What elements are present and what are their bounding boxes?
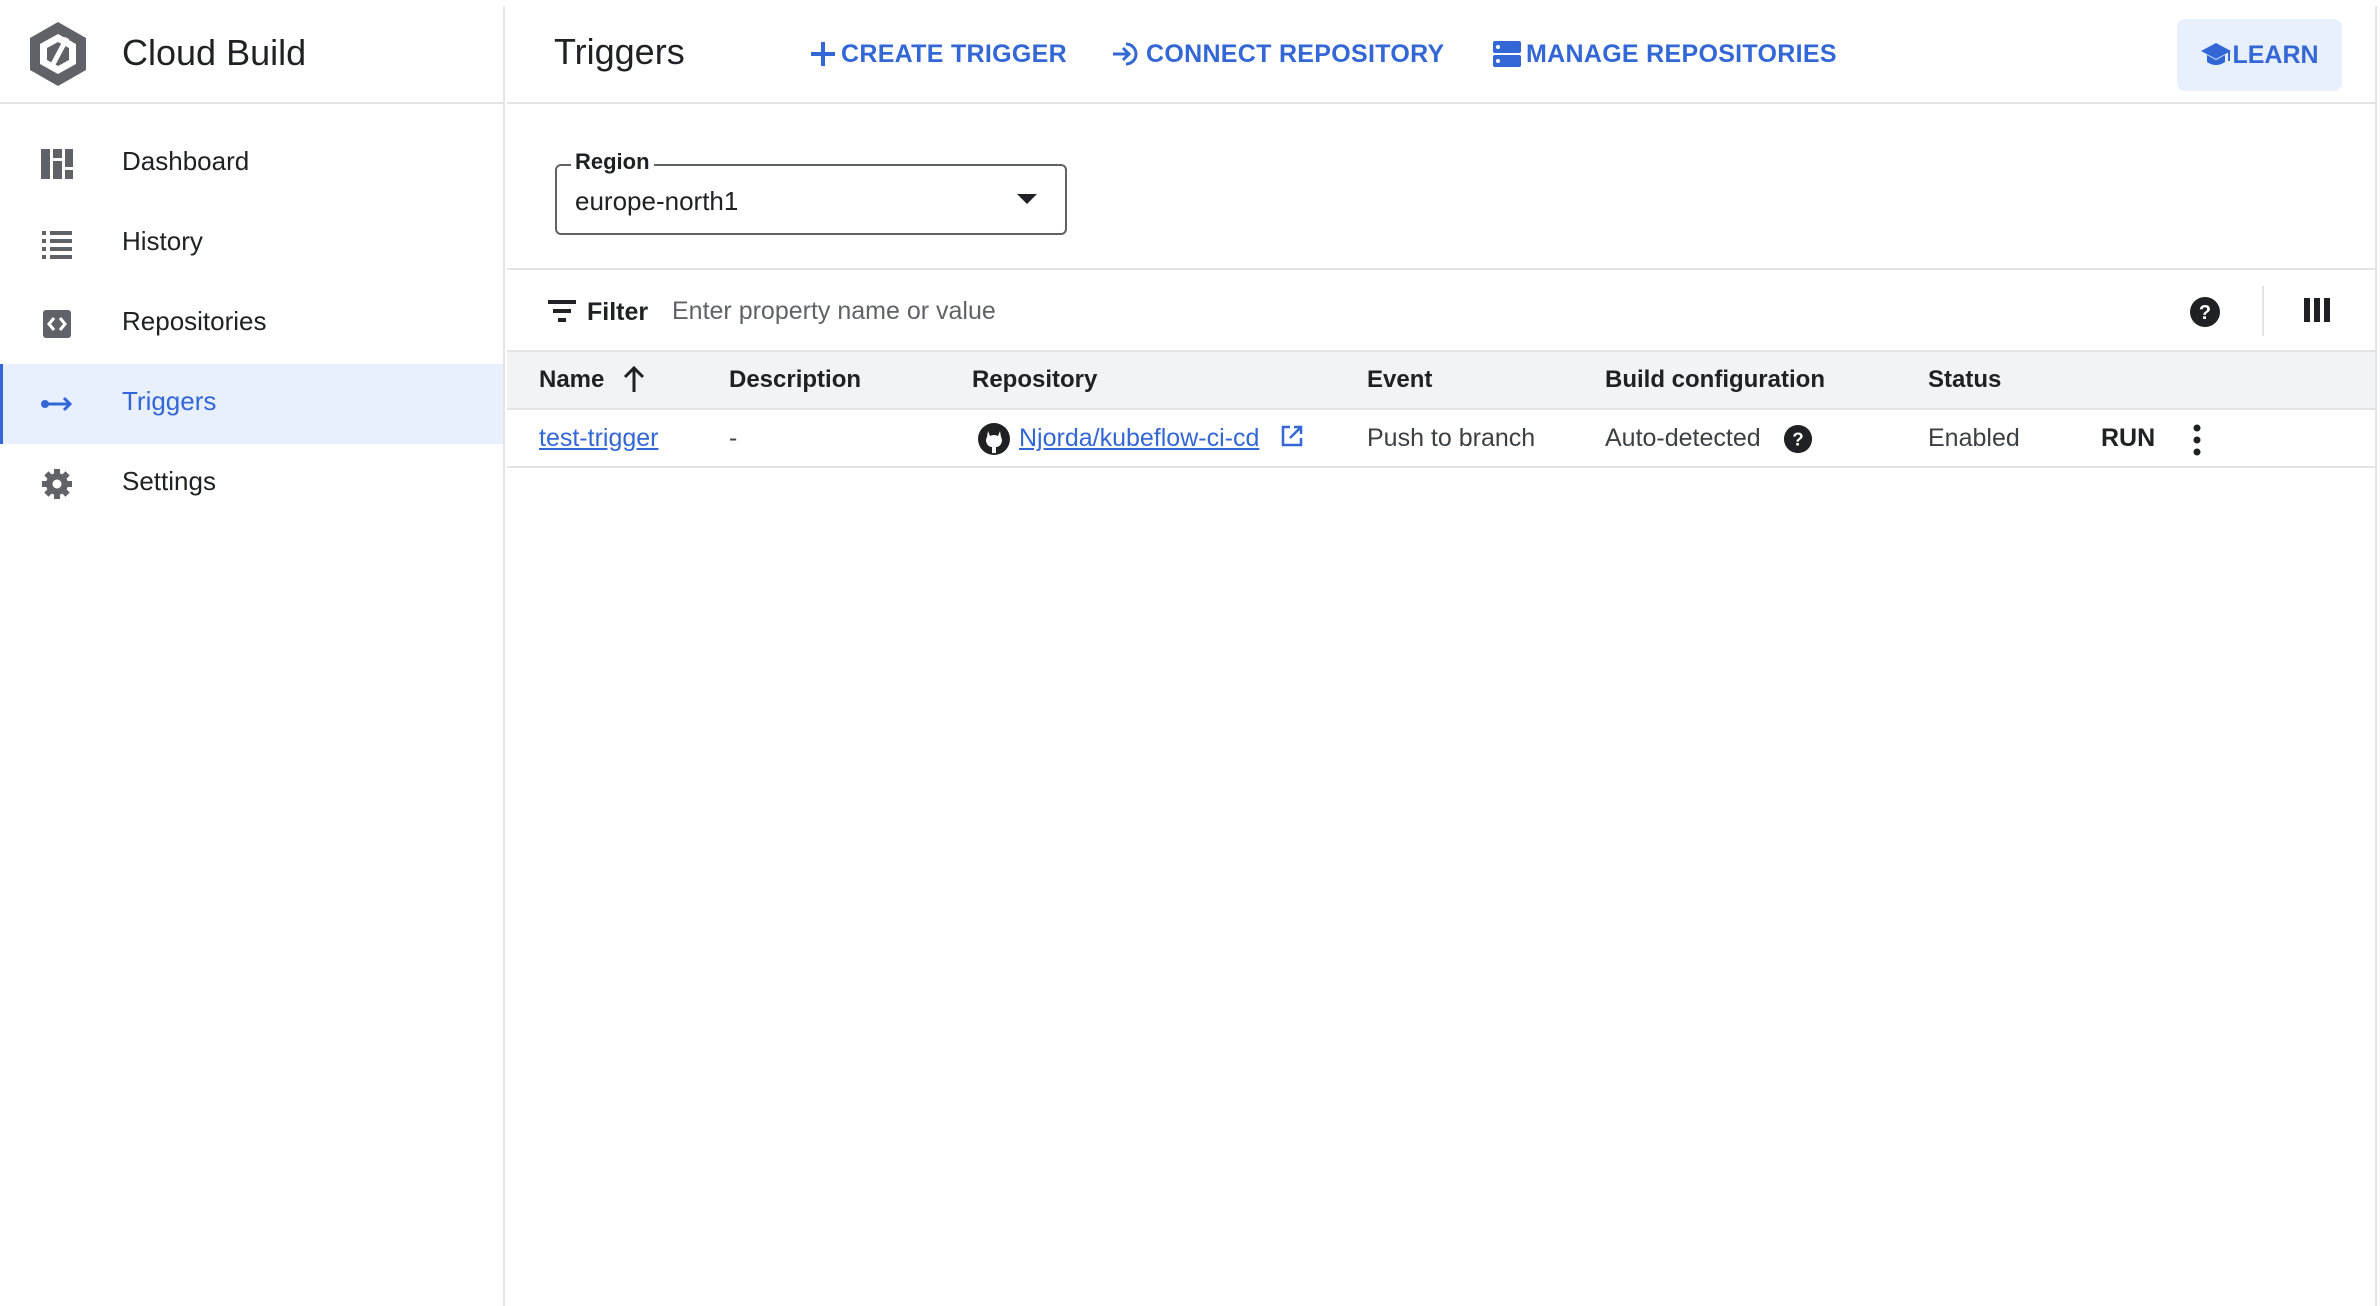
- create-trigger-label: CREATE TRIGGER: [841, 39, 1067, 68]
- trigger-event: Push to branch: [1367, 424, 1536, 452]
- sidebar-nav: Dashboard History Repositories Triggers …: [0, 124, 503, 524]
- sidebar-item-label: Triggers: [122, 386, 217, 416]
- table-row: test-trigger - Njorda/kubeflow-ci-cd Pus…: [507, 410, 2375, 468]
- trigger-description: -: [729, 424, 738, 452]
- school-icon: [2201, 43, 2232, 65]
- sidebar-item-triggers[interactable]: Triggers: [0, 364, 503, 444]
- dashboard-icon: [41, 149, 73, 179]
- help-icon[interactable]: ?: [1783, 424, 1813, 454]
- app-title: Cloud Build: [122, 32, 307, 73]
- sidebar-item-settings[interactable]: Settings: [0, 444, 503, 524]
- help-icon[interactable]: ?: [2189, 296, 2221, 328]
- page-header: Triggers CREATE TRIGGER CONNECT REPOSITO…: [507, 6, 2377, 104]
- sidebar-item-dashboard[interactable]: Dashboard: [0, 124, 503, 204]
- region-select[interactable]: Region europe-north1: [555, 149, 1067, 235]
- content-right-border: [2375, 6, 2377, 1306]
- page-title: Triggers: [554, 31, 685, 72]
- sort-ascending-icon[interactable]: [622, 364, 646, 394]
- storage-icon: [1493, 41, 1521, 67]
- code-repo-icon: [43, 310, 71, 338]
- cloud-build-logo-icon: [30, 22, 86, 86]
- repository-link[interactable]: Njorda/kubeflow-ci-cd: [1019, 424, 1259, 453]
- sidebar-item-history[interactable]: History: [0, 204, 503, 284]
- sidebar-item-repositories[interactable]: Repositories: [0, 284, 503, 364]
- connect-icon: [1113, 42, 1138, 66]
- column-header-description: Description: [729, 366, 862, 393]
- brand-header: Cloud Build: [0, 6, 505, 104]
- filter-icon: [548, 300, 576, 322]
- gear-icon: [42, 469, 72, 499]
- column-header-status: Status: [1928, 366, 2002, 393]
- filter-bar: Filter ?: [507, 268, 2375, 352]
- svg-text:?: ?: [1792, 429, 1803, 450]
- trigger-name-link[interactable]: test-trigger: [539, 424, 658, 453]
- toolbar-divider: [2262, 286, 2264, 336]
- column-header-event: Event: [1367, 366, 1433, 393]
- column-header-name[interactable]: Name: [539, 366, 604, 394]
- create-trigger-button[interactable]: CREATE TRIGGER: [809, 34, 1067, 74]
- more-vert-icon[interactable]: [2187, 422, 2207, 458]
- sidebar-item-label: Repositories: [122, 306, 267, 336]
- sidebar-item-label: Settings: [122, 466, 216, 496]
- dropdown-arrow-icon: [1017, 194, 1037, 204]
- region-value: europe-north1: [575, 186, 739, 216]
- status-badge: Enabled: [1928, 424, 2020, 452]
- filter-input[interactable]: [672, 290, 1872, 332]
- run-button[interactable]: RUN: [2101, 424, 2155, 453]
- open-in-new-icon[interactable]: [1280, 424, 1304, 448]
- column-header-build-configuration: Build configuration: [1605, 366, 1825, 393]
- manage-repositories-button[interactable]: MANAGE REPOSITORIES: [1492, 34, 1837, 74]
- filter-label: Filter: [587, 298, 649, 326]
- learn-label: LEARN: [2232, 40, 2319, 69]
- table-header: Name Description Repository Event Build …: [507, 352, 2375, 410]
- manage-repositories-label: MANAGE REPOSITORIES: [1526, 39, 1837, 68]
- connect-repository-label: CONNECT REPOSITORY: [1146, 39, 1445, 68]
- learn-button[interactable]: LEARN: [2177, 19, 2342, 91]
- list-icon: [42, 231, 72, 259]
- sidebar-item-label: History: [122, 226, 203, 256]
- column-header-repository: Repository: [972, 366, 1098, 393]
- sidebar: Cloud Build Dashboard History Repositori…: [0, 6, 505, 1306]
- build-configuration-value: Auto-detected: [1605, 424, 1761, 452]
- svg-text:?: ?: [2199, 302, 2211, 324]
- connect-repository-button[interactable]: CONNECT REPOSITORY: [1112, 34, 1445, 74]
- region-label: Region: [571, 149, 654, 175]
- column-display-icon[interactable]: [2304, 296, 2330, 324]
- trigger-arrow-icon: [41, 396, 73, 412]
- plus-icon: [811, 42, 835, 66]
- sidebar-item-label: Dashboard: [122, 146, 250, 176]
- github-icon: [978, 423, 1010, 455]
